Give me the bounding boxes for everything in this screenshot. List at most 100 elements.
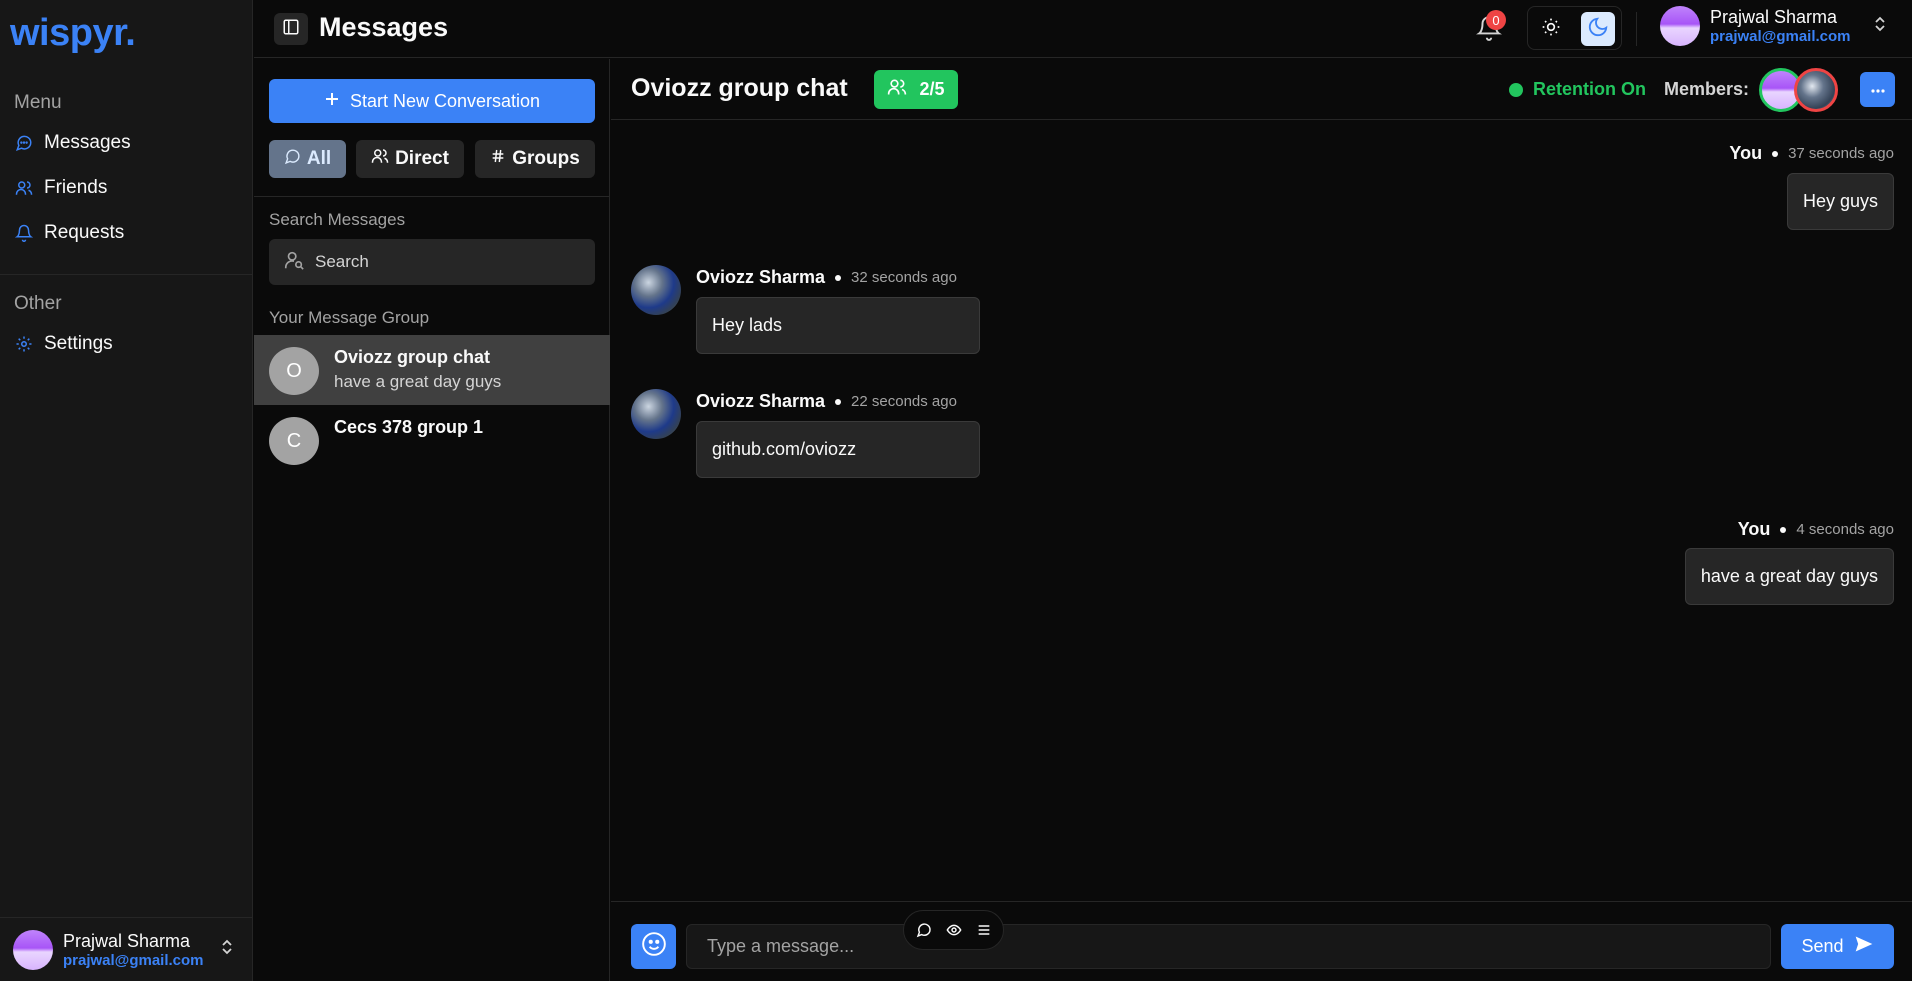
button-label: Start New Conversation xyxy=(349,90,541,111)
message-composer: Send xyxy=(611,901,1912,981)
separator-dot xyxy=(1772,150,1779,157)
more-horizontal-icon xyxy=(1870,81,1886,99)
light-theme-button[interactable] xyxy=(1534,12,1568,46)
message-meta: You 4 seconds ago xyxy=(1738,519,1894,540)
message-bubble: Hey lads xyxy=(696,297,980,354)
left-nav: wispyr. Menu Messages Friends Requests O… xyxy=(0,0,253,981)
hash-icon xyxy=(490,148,506,170)
separator-dot xyxy=(1780,526,1787,533)
message-author: You xyxy=(1737,519,1771,539)
search-input[interactable] xyxy=(315,252,575,272)
nav-item-label: Messages xyxy=(44,132,131,153)
chevron-up-down-icon xyxy=(1873,15,1887,38)
member-count-badge[interactable]: 2/5 xyxy=(874,70,958,109)
app-root: wispyr. Menu Messages Friends Requests O… xyxy=(0,0,1912,981)
conversation-item[interactable]: C Cecs 378 group 1 xyxy=(254,405,610,475)
theme-switcher xyxy=(1527,6,1622,50)
users-icon xyxy=(371,147,389,171)
user-search-icon xyxy=(283,249,305,276)
start-new-conversation-button[interactable]: Start New Conversation xyxy=(269,79,595,123)
nav-item-messages[interactable]: Messages xyxy=(14,127,131,159)
filter-all[interactable]: All xyxy=(269,140,346,178)
floating-toolbar xyxy=(903,910,1004,950)
bell-icon xyxy=(1476,16,1502,46)
filter-label: Direct xyxy=(395,148,449,169)
avatar xyxy=(13,929,53,970)
app-logo[interactable]: wispyr. xyxy=(10,12,136,55)
send-icon xyxy=(1854,934,1874,959)
message-time: 22 seconds ago xyxy=(851,393,957,410)
conversation-item[interactable]: O Oviozz group chat have a great day guy… xyxy=(254,335,610,405)
message-bubble: have a great day guys xyxy=(1684,548,1894,605)
header-divider xyxy=(1636,12,1637,46)
send-button[interactable]: Send xyxy=(1781,924,1894,969)
avatar xyxy=(631,265,681,315)
menu-icon[interactable] xyxy=(975,921,993,939)
sidebar-icon xyxy=(282,18,300,41)
filter-label: All xyxy=(306,148,332,169)
avatar xyxy=(631,389,681,439)
filter-direct[interactable]: Direct xyxy=(356,140,464,178)
chat-options-button[interactable] xyxy=(1860,72,1895,107)
user-name: Prajwal Sharma xyxy=(1710,7,1838,27)
message-circle-icon xyxy=(284,148,301,171)
filter-label: Groups xyxy=(512,148,580,169)
separator-dot xyxy=(835,274,842,281)
chat-title: Oviozz group chat xyxy=(631,74,848,102)
members-label: Members: xyxy=(1664,79,1750,99)
chat-header: Oviozz group chat 2/5 Retention On Membe… xyxy=(611,59,1912,120)
retention-status: Retention On xyxy=(1509,79,1646,100)
user-email: prajwal@gmail.com xyxy=(63,951,204,969)
nav-user-menu[interactable]: Prajwal Sharma prajwal@gmail.com xyxy=(0,917,253,981)
nav-divider xyxy=(0,274,253,275)
send-label: Send xyxy=(1801,936,1844,956)
message-author: Oviozz Sharma xyxy=(696,267,826,287)
message-bubble[interactable]: github.com/oviozz xyxy=(696,421,980,478)
chat-panel: Oviozz group chat 2/5 Retention On Membe… xyxy=(611,59,1912,981)
users-icon xyxy=(14,178,34,198)
nav-item-label: Settings xyxy=(44,333,113,354)
top-header: Messages 0 Prajwal Sharma prajwal@gmail.… xyxy=(254,0,1912,58)
message-meta: You 37 seconds ago xyxy=(1729,143,1894,164)
header-user-menu[interactable]: Prajwal Sharma prajwal@gmail.com xyxy=(1660,6,1887,46)
conversation-title: Cecs 378 group 1 xyxy=(334,417,484,437)
nav-item-requests[interactable]: Requests xyxy=(14,217,124,249)
conversation-avatar: C xyxy=(269,417,319,465)
notification-badge: 0 xyxy=(1486,10,1506,30)
eye-icon[interactable] xyxy=(945,921,963,939)
list-divider xyxy=(254,196,610,197)
sun-icon xyxy=(1541,17,1561,42)
conversation-preview: have a great day guys xyxy=(334,372,502,391)
conversation-avatar: O xyxy=(269,347,319,395)
retention-label: Retention On xyxy=(1533,79,1646,99)
member-count: 2/5 xyxy=(919,79,945,99)
nav-section-other: Other xyxy=(14,293,62,314)
message-meta: Oviozz Sharma 22 seconds ago xyxy=(696,391,957,412)
groups-section-label: Your Message Group xyxy=(269,308,430,327)
filter-groups[interactable]: Groups xyxy=(475,140,595,178)
user-name: Prajwal Sharma xyxy=(63,930,191,951)
bell-icon xyxy=(14,223,34,243)
emoji-button[interactable] xyxy=(631,924,676,969)
chevron-up-down-icon xyxy=(220,939,234,960)
page-title: Messages xyxy=(319,12,449,42)
dark-theme-button[interactable] xyxy=(1581,12,1615,46)
nav-item-settings[interactable]: Settings xyxy=(14,328,113,360)
nav-item-friends[interactable]: Friends xyxy=(14,172,107,204)
message-time: 37 seconds ago xyxy=(1788,145,1894,162)
message-bubble: Hey guys xyxy=(1786,173,1894,230)
message-time: 32 seconds ago xyxy=(851,269,957,286)
conversation-list-panel: Start New Conversation All Direct Groups… xyxy=(254,59,610,981)
member-avatar[interactable] xyxy=(1794,68,1838,112)
gear-icon xyxy=(14,334,34,354)
message-input[interactable] xyxy=(686,924,1771,969)
smile-icon xyxy=(641,931,667,962)
search-section-label: Search Messages xyxy=(269,210,406,229)
nav-section-menu: Menu xyxy=(14,92,62,113)
chat-bubble-icon[interactable] xyxy=(915,921,933,939)
nav-item-label: Requests xyxy=(44,222,125,243)
plus-icon xyxy=(324,91,340,112)
sidebar-toggle-button[interactable] xyxy=(274,13,308,45)
users-icon xyxy=(887,77,907,102)
search-field xyxy=(269,239,595,285)
